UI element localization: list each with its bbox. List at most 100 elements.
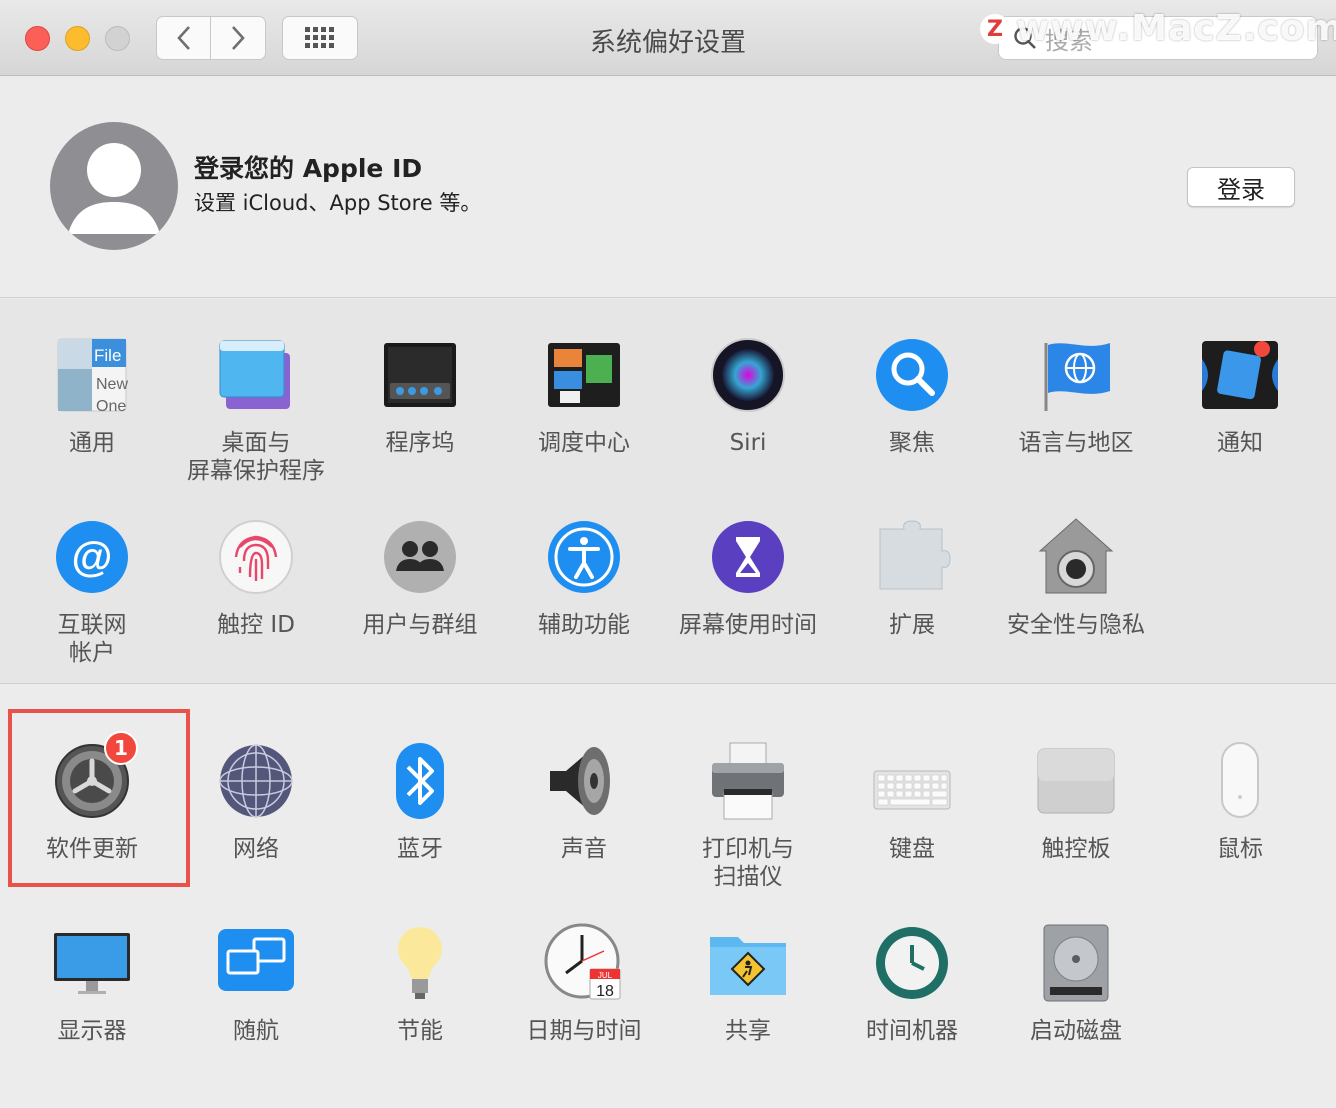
apple-id-title: 登录您的 Apple ID [194,149,422,185]
pref-dock[interactable]: 程序坞 [338,335,502,457]
energy-saver-icon [380,923,460,1003]
pref-label: 节能 [338,1017,502,1045]
startup-disk-icon [1036,923,1116,1003]
users-groups-icon [380,517,460,597]
pref-label: 安全性与隐私 [994,611,1158,639]
login-button[interactable]: 登录 [1187,167,1295,207]
pref-keyboard[interactable]: 键盘 [830,741,994,863]
language-region-icon [1036,335,1116,415]
pref-label: 触控 ID [174,611,338,639]
svg-text:One: One [96,398,126,415]
keyboard-icon [872,741,952,821]
pref-label: 通用 [10,429,174,457]
sidecar-icon [216,923,296,1003]
pref-label: 调度中心 [502,429,666,457]
screen-time-icon [708,517,788,597]
pref-notifications[interactable]: 通知 [1158,335,1322,457]
network-icon [216,741,296,821]
preferences-section-hardware: 1 软件更新 网络 [0,685,1336,1108]
pref-label: 声音 [502,835,666,863]
trackpad-icon [1036,741,1116,821]
avatar[interactable] [50,122,178,250]
notifications-icon [1200,335,1280,415]
sharing-icon [708,923,788,1003]
pref-label: 共享 [666,1017,830,1045]
time-machine-icon [872,923,952,1003]
pref-printers-scanners[interactable]: 打印机与 扫描仪 [666,741,830,891]
siri-icon [708,335,788,415]
pref-mission-control[interactable]: 调度中心 [502,335,666,457]
svg-text:JUL: JUL [598,971,613,980]
pref-spotlight[interactable]: 聚焦 [830,335,994,457]
pref-users-groups[interactable]: 用户与群组 [338,517,502,639]
pref-label: 互联网 帐户 [10,611,174,667]
pref-label: 辅助功能 [502,611,666,639]
pref-extensions[interactable]: 扩展 [830,517,994,639]
general-icon: File New One [52,335,132,415]
pref-touch-id[interactable]: 触控 ID [174,517,338,639]
svg-text:18: 18 [596,983,614,1000]
sound-icon [544,741,624,821]
mission-control-icon [544,335,624,415]
pref-label: 网络 [174,835,338,863]
watermark-logo: Z [980,14,1010,44]
apple-id-subtitle: 设置 iCloud、App Store 等。 [194,187,481,217]
pref-language-region[interactable]: 语言与地区 [994,335,1158,457]
pref-displays[interactable]: 显示器 [10,923,174,1045]
pref-security-privacy[interactable]: 安全性与隐私 [994,517,1158,639]
pref-energy-saver[interactable]: 节能 [338,923,502,1045]
accessibility-icon [544,517,624,597]
pref-label: 键盘 [830,835,994,863]
pref-network[interactable]: 网络 [174,741,338,863]
svg-text:New: New [96,376,128,393]
user-silhouette-icon [50,122,178,250]
pref-label: 程序坞 [338,429,502,457]
pref-sound[interactable]: 声音 [502,741,666,863]
software-update-icon: 1 [52,741,132,821]
pref-internet-accounts[interactable]: @ 互联网 帐户 [10,517,174,667]
svg-text:File: File [94,346,121,365]
pref-label: 扩展 [830,611,994,639]
pref-label: 打印机与 扫描仪 [666,835,830,891]
pref-trackpad[interactable]: 触控板 [994,741,1158,863]
pref-accessibility[interactable]: 辅助功能 [502,517,666,639]
preferences-section-personal: File New One 通用 桌面与 屏幕保护程序 [0,299,1336,684]
pref-label: 时间机器 [830,1017,994,1045]
pref-startup-disk[interactable]: 启动磁盘 [994,923,1158,1045]
security-privacy-icon [1036,517,1116,597]
title-bar: 系统偏好设置 搜索 Z www.MacZ.com [0,0,1336,76]
pref-siri[interactable]: Siri [666,335,830,457]
printers-scanners-icon [708,741,788,821]
pref-sharing[interactable]: 共享 [666,923,830,1045]
extensions-icon [872,517,952,597]
update-count-badge: 1 [104,731,138,765]
pref-label: Siri [666,429,830,457]
svg-text:@: @ [72,533,113,580]
desktop-screensaver-icon [216,335,296,415]
pref-date-time[interactable]: JUL 18 日期与时间 [502,923,666,1045]
pref-general[interactable]: File New One 通用 [10,335,174,457]
bluetooth-icon [380,741,460,821]
pref-software-update[interactable]: 1 软件更新 [10,741,174,863]
pref-time-machine[interactable]: 时间机器 [830,923,994,1045]
date-time-icon: JUL 18 [544,923,624,1003]
internet-accounts-icon: @ [52,517,132,597]
pref-mouse[interactable]: 鼠标 [1158,741,1322,863]
dock-icon [380,335,460,415]
pref-sidecar[interactable]: 随航 [174,923,338,1045]
pref-label: 聚焦 [830,429,994,457]
pref-label: 桌面与 屏幕保护程序 [174,429,338,485]
pref-label: 鼠标 [1158,835,1322,863]
pref-screen-time[interactable]: 屏幕使用时间 [666,517,830,639]
pref-label: 触控板 [994,835,1158,863]
pref-bluetooth[interactable]: 蓝牙 [338,741,502,863]
touch-id-icon [216,517,296,597]
pref-desktop-screensaver[interactable]: 桌面与 屏幕保护程序 [174,335,338,485]
pref-label: 启动磁盘 [994,1017,1158,1045]
pref-label: 软件更新 [10,835,174,863]
pref-label: 显示器 [10,1017,174,1045]
pref-label: 用户与群组 [338,611,502,639]
pref-label: 日期与时间 [502,1017,666,1045]
apple-id-section: 登录您的 Apple ID 设置 iCloud、App Store 等。 登录 [0,77,1336,298]
system-preferences-window: 系统偏好设置 搜索 Z www.MacZ.com 登录您的 Apple ID 设… [0,0,1336,1108]
